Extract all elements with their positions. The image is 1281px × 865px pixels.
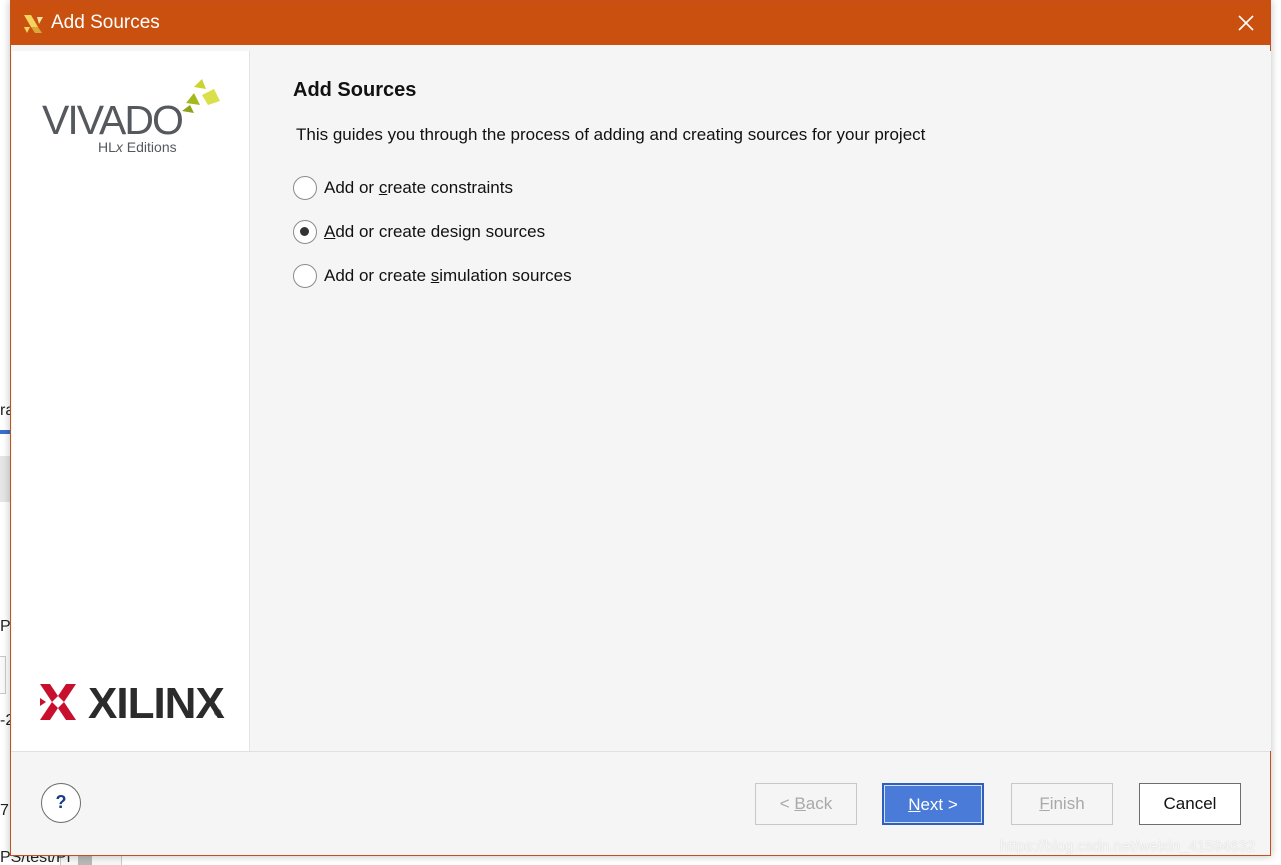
close-icon[interactable] xyxy=(1232,9,1260,37)
next-button[interactable]: Next > xyxy=(882,783,984,825)
xilinx-wordmark: XILINX xyxy=(88,679,225,728)
xilinx-logo: XILINX ® xyxy=(40,679,230,729)
dialog-title: Add Sources xyxy=(51,12,160,33)
option-label: Add or create design sources xyxy=(324,222,546,241)
help-button[interactable]: ? xyxy=(41,783,81,823)
footer-divider xyxy=(11,751,1270,752)
vivado-mark-icon xyxy=(182,79,220,113)
registered-mark: ® xyxy=(214,708,222,719)
option-label: Add or create simulation sources xyxy=(324,266,572,285)
watermark-text: https://blog.csdn.net/weixin_41594632 xyxy=(1000,838,1256,855)
add-sources-dialog: Add Sources VIVADO HLx Editions XILINX ®… xyxy=(10,0,1271,856)
cancel-button[interactable]: Cancel xyxy=(1139,783,1241,825)
branding-sidebar: VIVADO HLx Editions XILINX ® xyxy=(12,51,250,751)
page-heading: Add Sources xyxy=(293,79,417,101)
option-simulation-sources[interactable]: Add or create simulation sources xyxy=(293,263,572,289)
vivado-edition-label: HLx Editions xyxy=(98,139,177,155)
option-label: Add or create constraints xyxy=(324,178,513,197)
vivado-logo: VIVADO HLx Editions xyxy=(40,79,230,159)
background-field xyxy=(0,656,6,694)
radio-simulation-sources[interactable] xyxy=(293,264,317,288)
vivado-app-icon xyxy=(24,15,43,33)
option-design-sources[interactable]: Add or create design sources xyxy=(293,219,545,245)
vivado-wordmark: VIVADO xyxy=(42,97,184,143)
back-button[interactable]: < Back xyxy=(755,783,857,825)
radio-constraints[interactable] xyxy=(293,176,317,200)
option-constraints[interactable]: Add or create constraints xyxy=(293,175,513,201)
title-bar[interactable]: Add Sources xyxy=(11,1,1270,45)
xilinx-mark-icon xyxy=(40,684,76,720)
finish-button[interactable]: Finish xyxy=(1011,783,1113,825)
dialog-content: Add Sources This guides you through the … xyxy=(251,51,1271,751)
radio-design-sources[interactable] xyxy=(293,220,317,244)
page-description: This guides you through the process of a… xyxy=(296,125,926,144)
